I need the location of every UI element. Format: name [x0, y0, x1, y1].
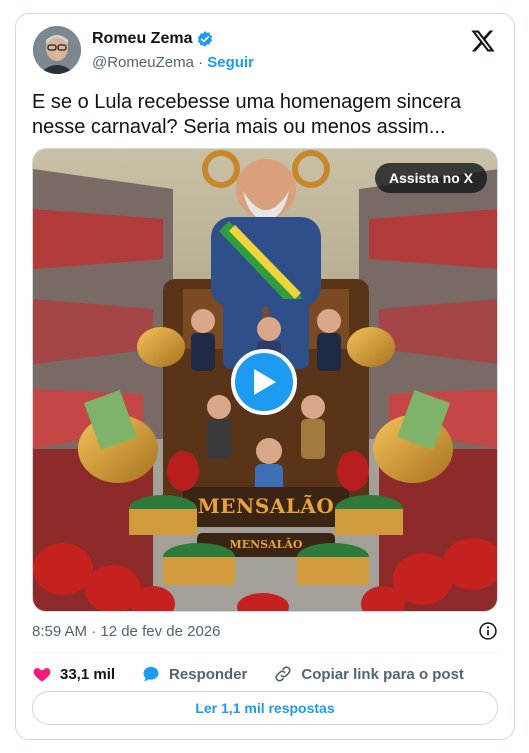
float-banner-text: MENSALÃO [197, 494, 335, 518]
like-count: 33,1 mil [60, 665, 116, 683]
play-icon [254, 369, 276, 395]
x-logo-icon[interactable] [470, 28, 496, 54]
author-name-text: Romeu Zema [92, 30, 193, 47]
link-icon [275, 666, 292, 682]
float-sub-banner-text: MENSALÃO [229, 538, 303, 551]
reply-label: Responder [169, 665, 248, 683]
reply-bubble-icon [143, 666, 159, 682]
avatar[interactable] [33, 26, 81, 74]
reply-button[interactable]: Responder [141, 664, 247, 684]
video-thumbnail[interactable]: MENSALÃO MENSALÃO Assista no X [32, 148, 498, 612]
watch-on-x-badge[interactable]: Assista no X [374, 163, 487, 193]
tweet-card: Romeu Zema @RomeuZema · Seguir E se o Lu… [15, 13, 515, 740]
author-handle[interactable]: @RomeuZema [92, 54, 194, 71]
divider [32, 652, 498, 653]
follow-button[interactable]: Seguir [207, 54, 254, 71]
author-handle-line: @RomeuZema · Seguir [92, 54, 254, 71]
tweet-timestamp[interactable]: 8:59 AM · 12 de fev de 2026 [32, 623, 220, 640]
copy-link-button[interactable]: Copiar link para o post [273, 664, 464, 684]
separator-dot: · [198, 54, 204, 71]
info-icon[interactable] [478, 621, 498, 641]
heart-icon [33, 668, 51, 682]
copy-link-label: Copiar link para o post [301, 665, 464, 683]
author-name[interactable]: Romeu Zema [92, 30, 214, 48]
like-button[interactable]: 33,1 mil [32, 664, 115, 684]
read-replies-button[interactable]: Ler 1,1 mil respostas [32, 691, 498, 725]
play-button[interactable] [231, 349, 297, 415]
tweet-text: E se o Lula recebesse uma homenagem sinc… [32, 91, 462, 138]
avatar-image [33, 26, 81, 74]
action-bar: 33,1 mil Responder Copiar link para o po… [32, 662, 502, 686]
verified-badge-icon [198, 31, 213, 47]
